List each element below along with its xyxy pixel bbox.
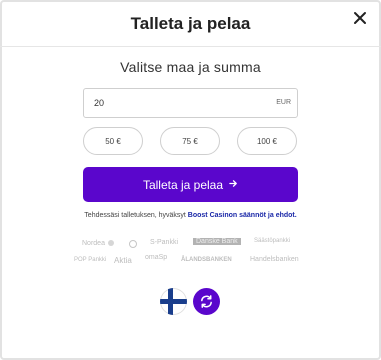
refresh-icon[interactable] [193,288,220,315]
close-icon[interactable] [349,7,371,29]
terms-prefix: Tehdessäsi talletuksen, hyväksyt [84,212,188,219]
amount-input[interactable]: 20 EUR [83,88,298,118]
form-subtitle: Valitse maa ja summa [120,59,261,75]
amount-value[interactable]: 20 [94,98,104,108]
arrow-right-icon [229,179,238,191]
bank-logos: Nordea S-Pankki Danske Bank Säästöpankki… [0,234,381,274]
preset-100-button[interactable]: 100 € [237,127,297,155]
currency-label: EUR [276,99,291,106]
bank-logo-danske: Danske Bank [193,238,241,245]
bank-logo-omasp: omaSp [145,254,168,261]
preset-amounts: 50 € 75 € 100 € [0,127,381,157]
terms-text: Tehdessäsi talletuksen, hyväksyt Boost C… [0,212,381,219]
modal-header: Talleta ja pelaa [0,0,381,47]
terms-link[interactable]: Boost Casinon säännöt ja ehdot. [188,212,297,219]
finland-flag-icon[interactable] [160,288,187,315]
flag-cross-vertical [168,288,173,315]
globe-bank-icon [129,240,137,248]
bank-logo-pop: POP Pankki [74,257,107,263]
deposit-play-label: Talleta ja pelaa [142,177,224,192]
deposit-play-button[interactable]: Talleta ja pelaa [83,167,298,202]
bank-logo-saastopankki: Säästöpankki [254,238,291,244]
bank-logo-aktia: Aktia [114,256,132,265]
bank-logo-spankki: S-Pankki [150,239,179,246]
modal-title: Talleta ja pelaa [130,14,251,33]
refresh-icon-graphic [201,295,212,308]
flag-cross-horizontal [160,299,187,304]
nordea-mark-icon [108,240,114,246]
preset-50-button[interactable]: 50 € [83,127,143,155]
preset-75-button[interactable]: 75 € [160,127,220,155]
close-icon-graphic [354,12,366,24]
bank-logo-handelsbanken: Handelsbanken [250,256,299,263]
bank-logo-alandsbanken: ÅLANDSBANKEN [181,257,232,263]
bank-logo-nordea: Nordea [82,240,105,247]
